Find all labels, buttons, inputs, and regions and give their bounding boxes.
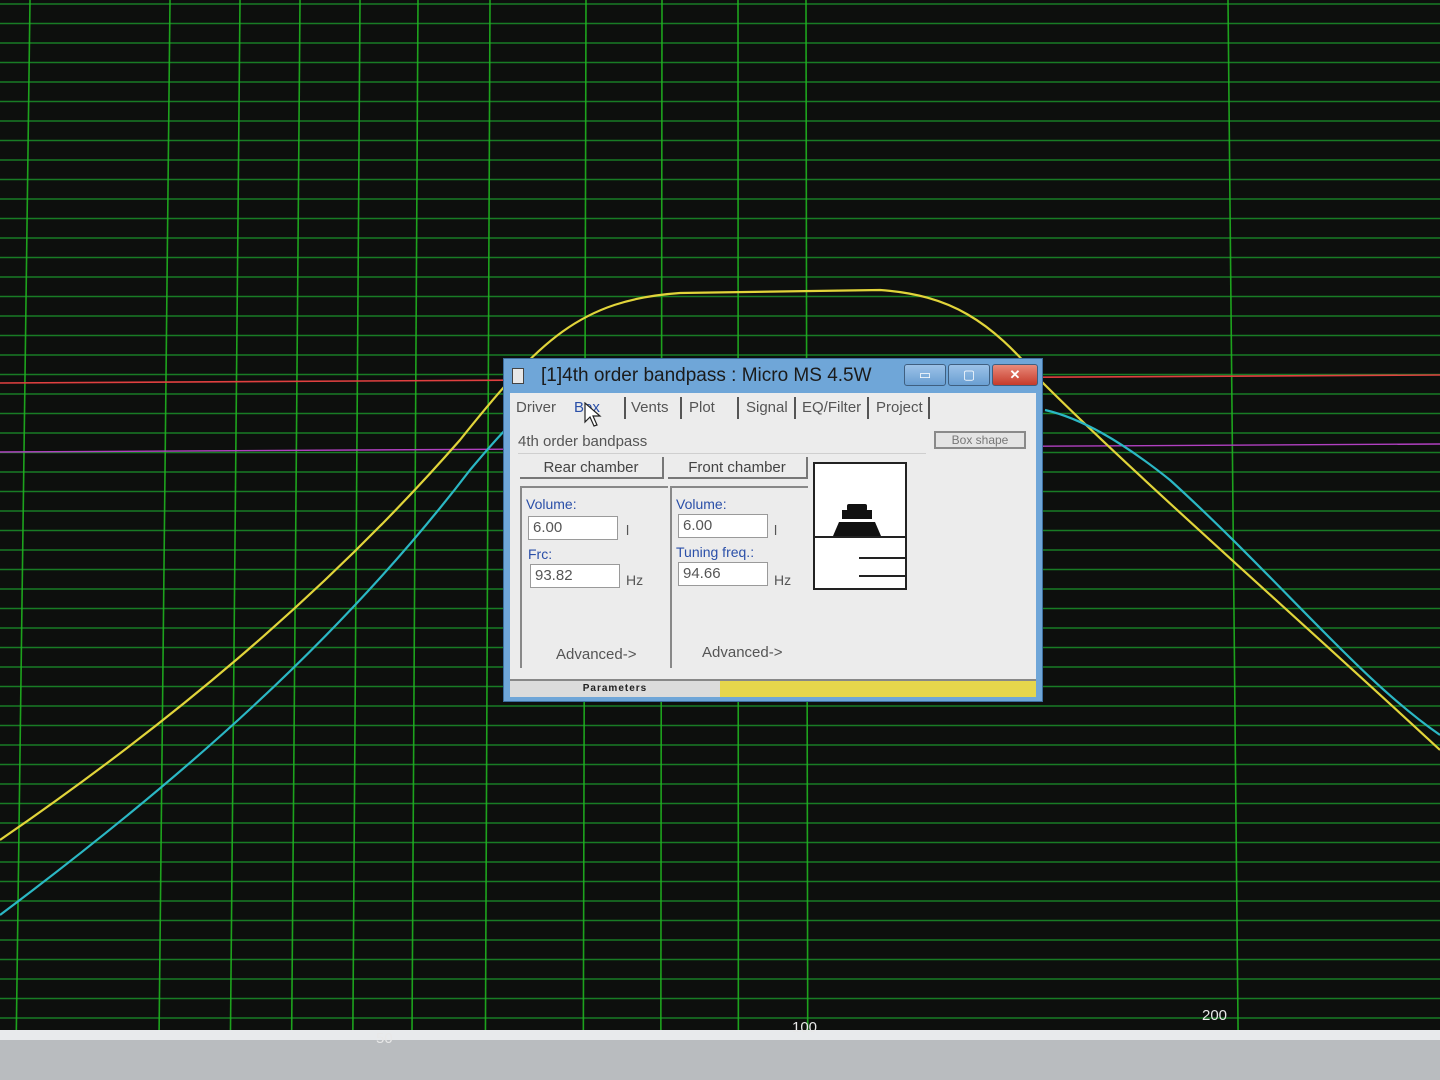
box-type-description: 4th order bandpass — [518, 433, 926, 454]
box-shape-button[interactable]: Box shape — [934, 431, 1026, 449]
status-progress-bar — [720, 679, 1036, 697]
dialog-titlebar[interactable]: [1]4th order bandpass : Micro MS 4.5W ▭ … — [504, 359, 1042, 393]
tab-project[interactable]: Project — [876, 399, 923, 416]
rear-volume-label: Volume: — [526, 496, 577, 512]
x-tick-label: 100 — [792, 1019, 818, 1036]
rear-freq-field[interactable]: 93.82 — [530, 564, 620, 588]
close-button[interactable]: ✕ — [992, 364, 1038, 386]
rear-chamber-group: Volume: 6.00 l Frc: 93.82 Hz Advanced-> — [520, 486, 668, 668]
rear-freq-label: Frc: — [528, 546, 553, 562]
tab-separator — [737, 397, 739, 419]
rear-advanced-link[interactable]: Advanced-> — [556, 646, 636, 663]
front-tuning-freq-field[interactable]: 94.66 — [678, 562, 768, 586]
front-chamber-header: Front chamber — [668, 457, 808, 479]
x-axis-bar — [0, 1040, 1440, 1080]
front-volume-unit: l — [774, 522, 778, 538]
tab-separator — [680, 397, 682, 419]
front-volume-field[interactable]: 6.00 — [678, 514, 768, 538]
front-tuning-freq-label: Tuning freq.: — [676, 544, 755, 560]
rear-volume-field[interactable]: 6.00 — [528, 516, 618, 540]
tab-separator — [624, 397, 626, 419]
rear-chamber-header: Rear chamber — [520, 457, 664, 479]
app-icon — [512, 368, 524, 384]
tab-separator — [794, 397, 796, 419]
dialog-client-area: Driver Box Vents Plot Signal EQ/Filter P… — [510, 393, 1036, 697]
maximize-button[interactable]: ▢ — [948, 364, 990, 386]
bandpass-box-diagram — [813, 462, 907, 590]
tab-signal[interactable]: Signal — [746, 399, 788, 416]
speaker-box-icon — [815, 504, 905, 577]
mouse-cursor-icon — [584, 402, 602, 427]
front-volume-label: Volume: — [676, 496, 727, 512]
dialog-title: [1]4th order bandpass : Micro MS 4.5W — [541, 365, 872, 386]
front-advanced-link[interactable]: Advanced-> — [702, 644, 782, 661]
rear-volume-unit: l — [626, 522, 630, 538]
tab-driver[interactable]: Driver — [516, 399, 556, 416]
rear-freq-unit: Hz — [626, 572, 644, 588]
front-chamber-group: Volume: 6.00 l Tuning freq.: 94.66 Hz Ad… — [670, 486, 808, 668]
status-bar-parameters: Parameters — [510, 679, 720, 697]
front-tuning-freq-unit: Hz — [774, 572, 792, 588]
x-tick-label: 50 — [376, 1030, 393, 1047]
tab-eq-filter[interactable]: EQ/Filter — [802, 399, 861, 416]
x-tick-label: 200 — [1202, 1007, 1228, 1024]
tab-vents[interactable]: Vents — [631, 399, 669, 416]
minimize-button[interactable]: ▭ — [904, 364, 946, 386]
tab-separator — [928, 397, 930, 419]
tab-plot[interactable]: Plot — [689, 399, 715, 416]
tab-separator — [867, 397, 869, 419]
